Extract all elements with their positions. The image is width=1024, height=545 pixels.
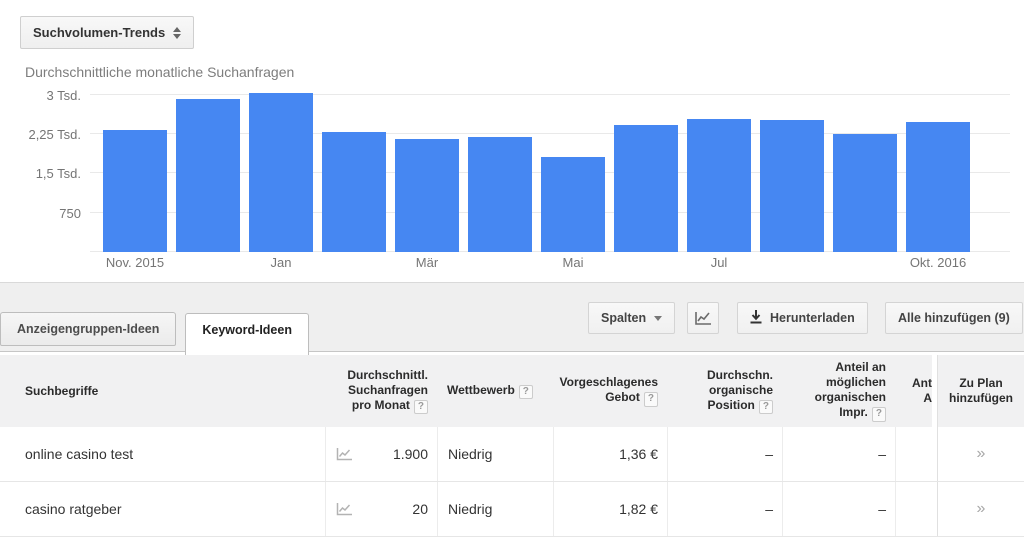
chevron-down-icon — [654, 315, 663, 321]
chart-view-button[interactable] — [687, 302, 719, 334]
x-axis-tick-label: Nov. 2015 — [105, 255, 165, 270]
bars-group — [103, 93, 979, 252]
keyword-row: casino ratgeber 20 Niedrig 1,82 € – –» — [0, 482, 1024, 537]
keyword-trend-chart-icon[interactable] — [336, 502, 353, 516]
y-axis-tick-label: 2,25 Tsd. — [28, 127, 81, 142]
x-axis-tick-label: Mär — [415, 255, 439, 270]
tab-toolbar-band: Anzeigengruppen-Ideen Keyword-Ideen Spal… — [0, 283, 1024, 355]
keyword-cell: online casino test — [0, 427, 325, 481]
keyword-row: online casino test 1.900 Niedrig 1,36 € – –» — [0, 427, 1024, 482]
download-icon — [750, 309, 762, 327]
add-to-plan-cell: » — [937, 482, 1024, 536]
help-icon[interactable]: ? — [413, 399, 428, 415]
keyword-cell: casino ratgeber — [0, 482, 325, 536]
tab-keyword-ideen[interactable]: Keyword-Ideen — [185, 313, 309, 355]
organic-position-cell: – — [667, 427, 782, 481]
chart-bar-Jul. 2016 — [687, 119, 751, 252]
col-header-gebot[interactable]: Vorgeschlagenes Gebot? — [553, 355, 667, 427]
chart-bar-Sep. 2016 — [833, 134, 897, 252]
suggested-bid-cell: 1,82 € — [553, 482, 667, 536]
chart-bar-Dez. 2015 — [176, 99, 240, 252]
sort-arrows-icon — [173, 26, 182, 39]
y-axis-tick-label: 750 — [59, 206, 81, 221]
col-header-suchanfragen[interactable]: Durchschnittl. Suchanfragen pro Monat? — [325, 355, 437, 427]
col-header-clipped: Ant A — [895, 355, 932, 427]
help-icon[interactable]: ? — [518, 384, 533, 400]
tab-anzeigengruppen-ideen[interactable]: Anzeigengruppen-Ideen — [0, 312, 177, 346]
x-axis-tick-label: Mai — [562, 255, 584, 270]
trends-type-dropdown[interactable]: Suchvolumen-Trends — [20, 16, 195, 49]
chart-bar-Jan. 2016 — [249, 93, 313, 252]
chart-title: Durchschnittliche monatliche Suchanfrage… — [25, 64, 295, 80]
search-volume-bar-chart: Nov. 2015 Jan Mär Mai Jul Okt. 2016 3 Tsd. 2,2… — [28, 88, 1010, 270]
spalten-button[interactable]: Spalten — [588, 302, 676, 334]
trends-dropdown-label: Suchvolumen-Trends — [33, 25, 166, 40]
chart-bar-Apr. 2016 — [468, 137, 532, 252]
add-to-plan-button[interactable]: » — [938, 445, 1024, 463]
help-icon[interactable]: ? — [871, 407, 886, 422]
x-axis-tick-label: Okt. 2016 — [909, 255, 967, 270]
chart-bar-Nov. 2015 — [103, 130, 167, 252]
spalten-label: Spalten — [601, 311, 647, 325]
chart-bar-Aug. 2016 — [760, 120, 824, 252]
chart-bar-Jun. 2016 — [614, 125, 678, 252]
col-header-organische-position[interactable]: Durchschn. organische Position? — [667, 355, 782, 427]
add-to-plan-cell: » — [937, 427, 1024, 481]
download-label: Herunterladen — [770, 311, 855, 325]
add-to-plan-button[interactable]: » — [938, 500, 1024, 518]
avg-searches-cell: 20 — [325, 482, 437, 536]
add-all-button[interactable]: Alle hinzufügen (9) — [885, 302, 1023, 334]
x-axis-tick-label: Jan — [270, 255, 292, 270]
y-axis-tick-label: 3 Tsd. — [46, 88, 81, 103]
col-header-zu-plan: Zu Plan hinzufügen — [937, 355, 1024, 427]
col-header-impr-anteil[interactable]: Anteil an möglichen organischen Impr.? — [782, 355, 895, 427]
col-header-wettbewerb[interactable]: Wettbewerb? — [437, 355, 553, 427]
organic-impr-share-cell: – — [782, 427, 895, 481]
line-chart-icon — [694, 311, 712, 326]
y-axis-tick-label: 1,5 Tsd. — [35, 166, 81, 181]
tab-bar: Anzeigengruppen-Ideen Keyword-Ideen — [0, 312, 318, 355]
download-button[interactable]: Herunterladen — [737, 302, 868, 334]
chart-bar-Okt. 2016 — [906, 122, 970, 252]
help-icon[interactable]: ? — [758, 399, 773, 415]
table-body: online casino test 1.900 Niedrig 1,36 € – –» c… — [0, 427, 1024, 537]
chart-bar-Mär. 2016 — [395, 139, 459, 252]
chart-bar-Mai 2016 — [541, 157, 605, 252]
clipped-cell — [895, 482, 932, 536]
organic-impr-share-cell: – — [782, 482, 895, 536]
organic-position-cell: – — [667, 482, 782, 536]
chart-bar-Feb. 2016 — [322, 132, 386, 252]
competition-cell: Niedrig — [437, 482, 553, 536]
help-icon[interactable]: ? — [643, 392, 658, 407]
avg-searches-value: 20 — [412, 501, 428, 517]
avg-searches-value: 1.900 — [392, 446, 428, 462]
table-header: Suchbegriffe Durchschnittl. Suchanfragen… — [0, 355, 1024, 427]
competition-cell: Niedrig — [437, 427, 553, 481]
clipped-cell — [895, 427, 932, 481]
col-header-suchbegriffe[interactable]: Suchbegriffe — [0, 355, 325, 427]
x-axis-tick-label: Jul — [710, 255, 728, 270]
keyword-trend-chart-icon[interactable] — [336, 447, 353, 461]
avg-searches-cell: 1.900 — [325, 427, 437, 481]
search-volume-trends-panel: Suchvolumen-Trends Durchschnittliche mon… — [0, 0, 1024, 283]
suggested-bid-cell: 1,36 € — [553, 427, 667, 481]
